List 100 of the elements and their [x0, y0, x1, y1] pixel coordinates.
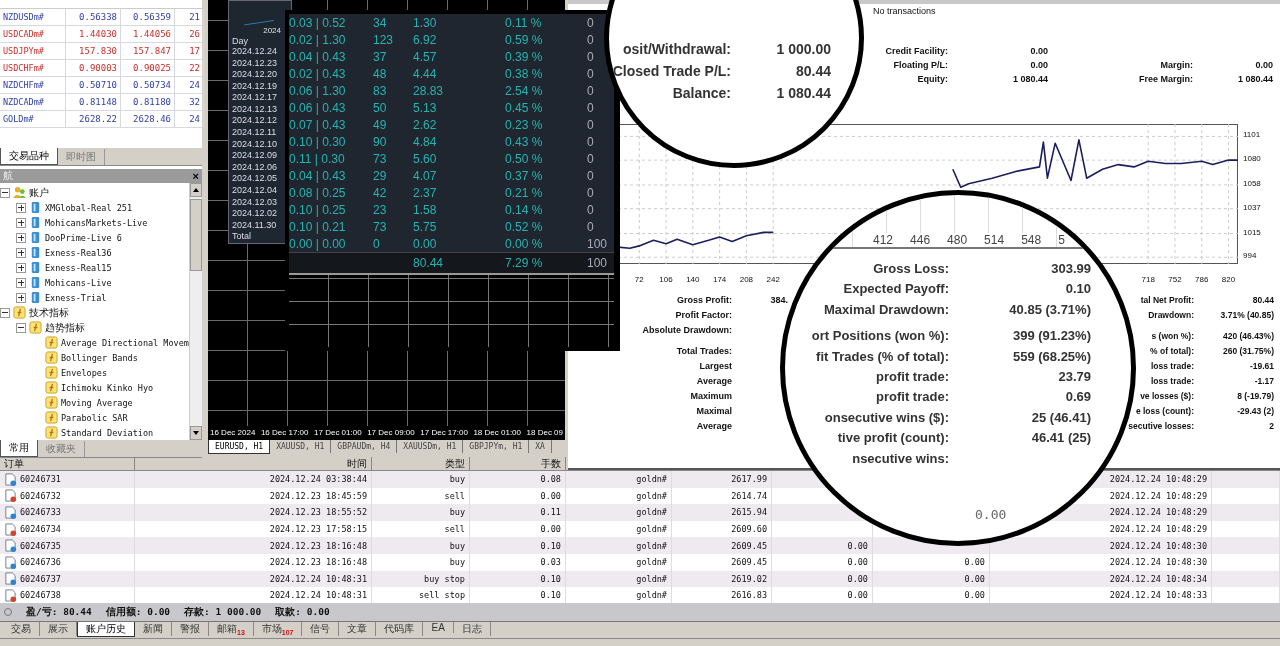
tree-item[interactable]: Exness-Trial	[45, 292, 107, 303]
field-value: 0.00	[1029, 46, 1048, 56]
stat-label: tal Net Profit:	[1140, 295, 1194, 305]
time-cell: 2024.12.23 18:16:48	[135, 537, 372, 554]
terminal-tab[interactable]: 账户历史	[77, 622, 135, 637]
stat-label: profit trade:	[875, 368, 949, 384]
terminal-tab[interactable]: 交易	[3, 622, 40, 636]
panel-tab[interactable]: 交易品种	[0, 148, 58, 165]
expand-icon[interactable]	[16, 277, 26, 288]
field-label: Floating P/L:	[892, 60, 948, 70]
tree-item[interactable]: Moving Average	[61, 397, 133, 408]
stats-cell-text: 0.59 %	[505, 32, 544, 47]
date-cell-text: 2024.12.10	[231, 138, 279, 151]
expand-icon[interactable]	[16, 202, 26, 213]
terminal-tab[interactable]: EA	[423, 622, 454, 633]
order-cell: 60246732	[20, 490, 61, 501]
chart-tab[interactable]: GBPJPYm, H1	[463, 440, 530, 453]
ask-cell: 2628.46	[121, 111, 175, 127]
total-label: Total	[231, 231, 252, 243]
date-cell-text: 2024.12.20	[231, 69, 279, 81]
tree-item[interactable]: Standard Deviation	[61, 427, 154, 438]
stat-value: 40.85 (3.71%)	[1008, 301, 1091, 317]
panel-tab[interactable]: 常用	[0, 440, 38, 457]
tree-item[interactable]: MohicansMarkets-Live	[45, 217, 148, 228]
expand-icon[interactable]	[16, 292, 26, 303]
stop-loss-cell: 0.00	[847, 540, 868, 551]
panel-title: 航	[3, 169, 13, 183]
stats-cell-text: 90	[373, 134, 388, 149]
scroll-up-icon[interactable]	[190, 183, 202, 197]
tree-item[interactable]: Mohicans-Live	[45, 277, 112, 288]
field-label: Equity:	[916, 74, 948, 84]
terminal-tab[interactable]: 代码库	[376, 622, 424, 636]
tree-item[interactable]: Ichimoku Kinko Hyo	[61, 382, 154, 393]
terminal-tab[interactable]: 新闻	[135, 622, 172, 636]
terminal-tab[interactable]: 市场$_{107}$	[253, 622, 303, 636]
stats-cell-text: 0	[586, 15, 595, 30]
scrollbar[interactable]	[189, 183, 202, 440]
stats-cell-text: 29	[373, 168, 388, 183]
chart-tab[interactable]: XAUUSD, H1	[270, 440, 332, 453]
date-cell-text: 2024.12.23	[231, 57, 279, 70]
terminal-tab[interactable]: 信号	[302, 622, 340, 636]
close-time-cell: 2024.12.24 10:48:30	[990, 553, 1212, 571]
time-cell: 2024.12.24 10:48:31	[135, 570, 372, 588]
collapse-icon[interactable]	[0, 187, 10, 198]
stat-label: osit/Withdrawal:	[622, 41, 731, 57]
scroll-down-icon[interactable]	[190, 426, 202, 440]
stats-cell-text: 34	[373, 15, 388, 30]
stat-label: s (won %):	[1151, 331, 1194, 341]
spread-cell: 22	[175, 60, 204, 76]
terminal-tab[interactable]: 日志	[453, 622, 491, 636]
tree-item[interactable]: Exness-Real15	[45, 262, 112, 273]
expand-icon[interactable]	[16, 232, 26, 243]
stat-label: Gross Loss:	[872, 261, 949, 276]
close-button[interactable]: ×	[192, 170, 199, 182]
server-icon	[29, 276, 42, 289]
collapse-icon[interactable]	[16, 322, 26, 333]
server-icon	[29, 231, 42, 244]
chart-tab[interactable]: XAUUSDm, H1	[397, 440, 464, 453]
tree-item[interactable]: DooPrime-Live 6	[45, 232, 122, 243]
indicator-icon	[29, 321, 42, 334]
take-profit-cell: 0.00	[964, 590, 985, 601]
axis-label: 994	[1243, 251, 1257, 261]
expand-icon[interactable]	[16, 217, 26, 228]
stat-label: Balance:	[671, 85, 731, 101]
type-cell: buy	[372, 471, 470, 488]
expand-icon[interactable]	[16, 262, 26, 273]
tree-item[interactable]: 账户	[29, 185, 49, 200]
date-cell-text: 2024.12.13	[231, 103, 279, 116]
stat-value: 420 (46.43%)	[1222, 331, 1274, 341]
terminal-tab[interactable]: 文章	[339, 622, 377, 636]
price-cell: 2619.02	[672, 570, 772, 588]
stat-label: Profit Factor:	[674, 310, 732, 320]
tree-item[interactable]: Parabolic SAR	[61, 412, 128, 423]
tree-item[interactable]: Exness-Real36	[45, 247, 112, 258]
date-cell-text: 2024.12.04	[231, 185, 279, 197]
chart-tab[interactable]: XA	[529, 440, 552, 453]
tree-item[interactable]: Average Directional Movem	[61, 337, 189, 348]
expand-icon[interactable]	[16, 247, 26, 258]
terminal-tab[interactable]: 邮箱$_{13}$	[209, 622, 254, 636]
chart-tab[interactable]: GBPAUDm, H4	[331, 440, 398, 453]
status-text: No transactions	[873, 6, 936, 16]
tree-item[interactable]: Envelopes	[61, 367, 108, 378]
axis-label: 72	[633, 275, 645, 284]
symbol-cell: goldn#	[566, 537, 672, 554]
order-cell: 60246737	[20, 573, 61, 584]
stat-value: 0.69	[1064, 389, 1091, 405]
terminal-tab[interactable]: 警报	[172, 622, 209, 636]
time-cell: 2024.12.24 03:38:44	[135, 471, 372, 488]
server-icon	[29, 261, 42, 274]
collapse-icon[interactable]	[0, 307, 10, 318]
tree-item[interactable]: 趋势指标	[45, 320, 85, 335]
chart-tab[interactable]: EURUSD, H1	[208, 440, 271, 454]
stats-cell-text: 23	[373, 202, 388, 217]
ask-cell: 1.44056	[121, 26, 175, 42]
tree-item[interactable]: Bollinger Bands	[61, 352, 138, 363]
order-cell: 60246736	[20, 557, 61, 568]
tree-item[interactable]: XMGlobal-Real 251	[45, 202, 132, 213]
tree-item[interactable]: 技术指标	[29, 305, 69, 320]
stats-cell-text: 0.10 | 0.25	[289, 202, 347, 217]
stats-cell-text: 0	[586, 100, 595, 115]
